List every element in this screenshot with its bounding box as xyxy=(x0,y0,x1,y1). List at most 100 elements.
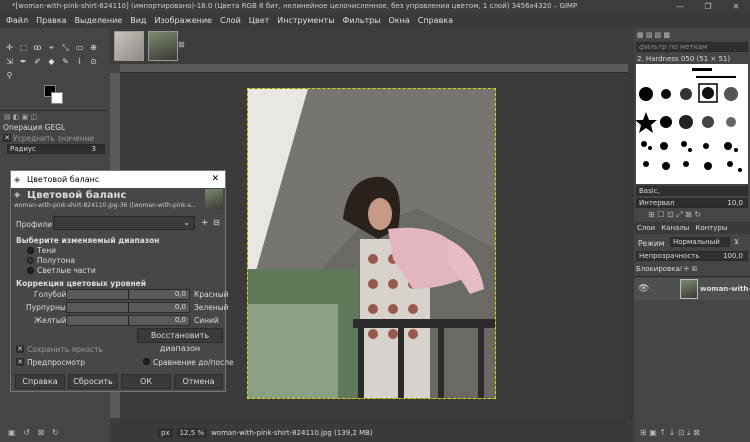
close-button[interactable]: ✕ xyxy=(722,0,750,13)
tool-options-icons: ▤ ◧ ▣ ◫ xyxy=(4,113,38,121)
unified-transform-icon[interactable]: ▭ xyxy=(74,42,85,53)
brush-actions-icons[interactable]: ⊞ ☐ ⊡ ⤢ ⊠ ↻ xyxy=(648,210,701,220)
brush-tabs-icons[interactable]: ▦ ▧ ▨ ▩ xyxy=(637,31,670,39)
cyan-red-value: 0,0 xyxy=(174,290,186,298)
range-midtones-radio[interactable] xyxy=(27,257,34,264)
tab-layers[interactable]: Слои xyxy=(634,222,658,234)
split-view-toggle[interactable] xyxy=(143,358,150,365)
range-midtones-label: Полутона xyxy=(37,256,75,265)
minimize-button[interactable]: — xyxy=(666,0,694,13)
split-view-label: Сравнение до/после xyxy=(153,358,234,367)
mode-label: Режим xyxy=(638,239,665,248)
reset-button[interactable]: Сбросить xyxy=(68,374,118,389)
pencil-icon[interactable]: ✐ xyxy=(32,56,43,67)
profile-menu-icon[interactable]: ⊟ xyxy=(213,218,220,227)
lock-label: Блокировка: xyxy=(636,265,683,273)
fill-icon[interactable]: ◆ xyxy=(46,56,57,67)
slider-green-label: Зеленый xyxy=(194,303,229,312)
slider-marker xyxy=(128,290,129,299)
visibility-eye-icon[interactable]: 👁 xyxy=(638,284,649,294)
image-tab-thumbnail[interactable] xyxy=(148,31,178,61)
bottom-toolbar-icons[interactable]: ▣ ↺ ⊠ ↻ xyxy=(8,428,59,437)
range-shadows-radio[interactable] xyxy=(27,247,34,254)
radius-field[interactable]: Радиус 3 xyxy=(7,144,105,154)
opacity-field[interactable]: Непрозрачность 100,0 xyxy=(636,251,748,261)
add-profile-icon[interactable]: + xyxy=(201,218,209,228)
mode-select[interactable]: Нормальный xyxy=(670,237,730,247)
mode-reset-icon[interactable]: ⊻ xyxy=(734,238,739,246)
window-title: *[woman-with-pink-shirt-824110] (импорти… xyxy=(0,0,750,13)
range-highlights-radio[interactable] xyxy=(27,267,34,274)
paint-icon[interactable]: ✒ xyxy=(18,56,29,67)
cancel-button[interactable]: Отмена xyxy=(174,374,223,389)
maximize-button[interactable]: ❐ xyxy=(694,0,722,13)
vertical-scrollbar[interactable] xyxy=(626,73,634,418)
menu-view[interactable]: Вид xyxy=(130,16,146,25)
slider-marker xyxy=(128,303,129,312)
dialog-close-icon[interactable]: ✕ xyxy=(211,171,219,188)
ok-button[interactable]: ОК xyxy=(121,374,171,389)
menu-color[interactable]: Цвет xyxy=(249,16,270,25)
menu-tools[interactable]: Инструменты xyxy=(277,16,334,25)
path-icon[interactable]: ⇲ xyxy=(4,56,15,67)
brush-tag-input[interactable]: Basic, xyxy=(636,186,748,196)
lasso-icon[interactable]: ꝏ xyxy=(32,42,43,53)
move-tool-icon[interactable]: ✛ xyxy=(4,42,15,53)
average-checkbox[interactable]: ✕ xyxy=(3,134,11,142)
levels-heading: Коррекция цветовых уровней xyxy=(16,279,146,288)
gegl-title: Операция GEGL xyxy=(3,123,66,132)
menu-file[interactable]: Файл xyxy=(6,16,28,25)
cyan-red-slider[interactable]: 0,0 xyxy=(66,289,190,300)
horizontal-scrollbar[interactable] xyxy=(120,417,626,424)
reset-range-button[interactable]: Восстановить диапазон xyxy=(137,328,223,353)
slider-cyan-label: Голубой xyxy=(34,290,67,299)
smudge-icon[interactable]: ⌇ xyxy=(74,56,85,67)
magenta-green-slider[interactable]: 0,0 xyxy=(66,302,190,313)
ink-icon[interactable]: ✎ xyxy=(60,56,71,67)
profiles-select[interactable]: ⌄ xyxy=(53,216,195,230)
crop-icon[interactable]: ⤡ xyxy=(60,42,71,53)
menu-layer[interactable]: Слой xyxy=(220,16,241,25)
menu-edit[interactable]: Правка xyxy=(36,16,66,25)
preview-label: Предпросмотр xyxy=(27,358,85,367)
zoom-icon[interactable]: ⚲ xyxy=(4,70,15,81)
brush-grid[interactable] xyxy=(635,64,748,184)
opacity-label: Непрозрачность xyxy=(639,252,700,260)
dialog-heading: Цветовой баланс xyxy=(27,190,127,201)
slider-yellow-label: Желтый xyxy=(34,316,67,325)
image-tab-thumbnail[interactable] xyxy=(114,31,144,61)
warp-icon[interactable]: ⊕ xyxy=(88,42,99,53)
menu-image[interactable]: Изображение xyxy=(154,16,212,25)
fuzzy-select-icon[interactable]: ⌖ xyxy=(46,42,57,53)
tab-channels[interactable]: Каналы xyxy=(658,222,692,234)
menu-select[interactable]: Выделение xyxy=(75,16,123,25)
zoom-select[interactable]: 12,5 % xyxy=(176,428,208,438)
close-tab-icon[interactable]: ⊠ xyxy=(178,40,185,49)
preserve-luminosity-checkbox[interactable]: ✕ xyxy=(16,345,24,353)
image-tabs: ⊠ xyxy=(110,28,634,64)
layer-row[interactable]: 👁 woman-with-pi xyxy=(634,278,750,300)
preview-checkbox[interactable]: ✕ xyxy=(16,358,24,366)
current-brush-label: 2. Hardness 050 (51 × 51) xyxy=(637,55,731,63)
tab-paths[interactable]: Контуры xyxy=(692,222,730,234)
menu-filters[interactable]: Фильтры xyxy=(343,16,381,25)
unit-select[interactable]: px xyxy=(158,428,173,438)
slider-marker xyxy=(128,316,129,325)
menu-help[interactable]: Справка xyxy=(418,16,453,25)
status-bar: px 12,5 % woman-with-pink-shirt-824110.j… xyxy=(110,424,634,442)
rect-select-icon[interactable]: ⬚ xyxy=(18,42,29,53)
yellow-blue-slider[interactable]: 0,0 xyxy=(66,315,190,326)
image-canvas[interactable] xyxy=(247,88,496,399)
menu-windows[interactable]: Окна xyxy=(389,16,410,25)
window-controls: — ❐ ✕ xyxy=(666,0,750,13)
help-button[interactable]: Справка xyxy=(15,374,65,389)
brush-filter-input[interactable]: фильтр по меткам xyxy=(636,42,748,52)
layers-actions-icons[interactable]: ⊞ ▣ ↑ ↓ ⊡ ⤓ ⊠ xyxy=(640,428,700,438)
dodge-icon[interactable]: ⊙ xyxy=(88,56,99,67)
lock-icons[interactable]: ⁄ ✛ ⊠ xyxy=(680,265,697,273)
background-color[interactable] xyxy=(51,92,63,104)
dialog-titlebar: ◈ Цветовой баланс ✕ xyxy=(11,171,225,188)
spacing-field[interactable]: Интервал 10,0 xyxy=(636,198,748,208)
average-label: Усреднить значение xyxy=(13,134,95,143)
dialog-subtitle: woman-with-pink-shirt-824110.jpg-36 ([wo… xyxy=(14,202,197,209)
